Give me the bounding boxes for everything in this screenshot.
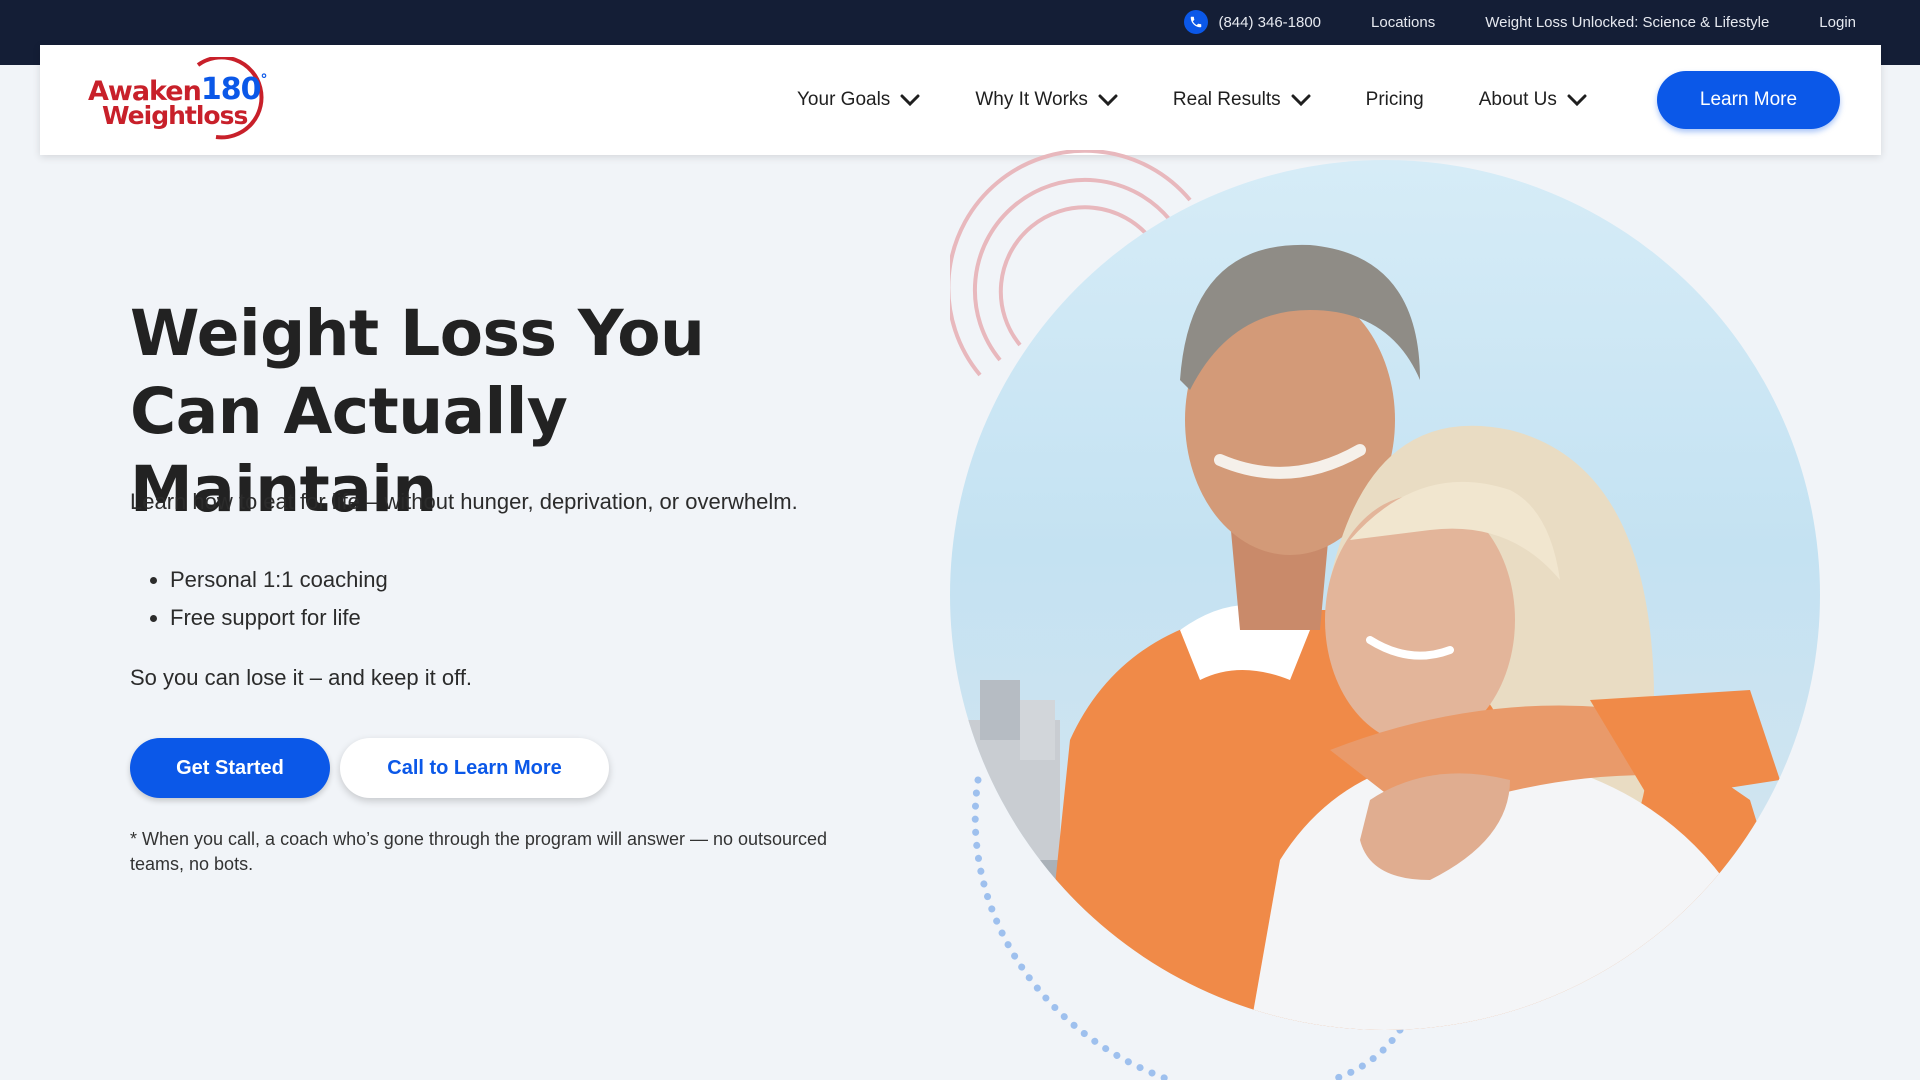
nav-item-why-it-works[interactable]: Why It Works xyxy=(975,89,1118,111)
chevron-down-icon xyxy=(1098,94,1118,106)
phone-icon xyxy=(1184,10,1209,34)
nav-item-about-us[interactable]: About Us xyxy=(1479,89,1587,111)
phone-number: (844) 346-1800 xyxy=(1218,13,1322,31)
nav-label: About Us xyxy=(1478,89,1557,110)
learn-more-button[interactable]: Learn More xyxy=(1657,71,1840,129)
phone-link[interactable]: (844) 346-1800 xyxy=(1184,10,1321,34)
nav-label: Real Results xyxy=(1172,89,1281,110)
chevron-down-icon xyxy=(1567,94,1587,106)
topbar-link-weight-loss-unlocked[interactable]: Weight Loss Unlocked: Science & Lifestyl… xyxy=(1485,14,1769,31)
hero-benefits-list: Personal 1:1 coaching Free support for l… xyxy=(130,561,388,637)
nav-item-real-results[interactable]: Real Results xyxy=(1173,89,1311,111)
couple-photo-illustration xyxy=(950,244,1820,1030)
list-item: Free support for life xyxy=(170,599,388,637)
topbar-link-login[interactable]: Login xyxy=(1819,14,1856,31)
nav-item-pricing[interactable]: Pricing xyxy=(1366,89,1424,111)
logo-degree: ° xyxy=(260,72,268,88)
logo-wordmark: Awaken 180 ° Weightloss xyxy=(88,72,268,130)
chevron-down-icon xyxy=(1291,94,1311,106)
get-started-button[interactable]: Get Started xyxy=(130,738,330,798)
main-navigation: Awaken 180 ° Weightloss Your Goals Why I… xyxy=(40,45,1881,155)
hero-description: Learn how to eat for life – without hung… xyxy=(130,489,798,514)
primary-menu: Your Goals Why It Works Real Results Pri… xyxy=(797,45,1621,155)
nav-item-your-goals[interactable]: Your Goals xyxy=(797,89,920,111)
utility-links: (844) 346-1800 Locations Weight Loss Unl… xyxy=(1184,0,1856,44)
chevron-down-icon xyxy=(900,94,920,106)
list-item: Personal 1:1 coaching xyxy=(170,561,388,599)
nav-label: Your Goals xyxy=(797,89,891,110)
nav-label: Pricing xyxy=(1365,89,1424,110)
hero-tagline: So you can lose it – and keep it off. xyxy=(130,665,473,690)
logo-weightloss: Weightloss xyxy=(102,101,248,130)
hero-photo xyxy=(950,160,1820,1030)
nav-label: Why It Works xyxy=(975,89,1088,110)
hero-footnote: * When you call, a coach who’s gone thro… xyxy=(130,829,828,874)
topbar-link-locations[interactable]: Locations xyxy=(1371,14,1435,31)
brand-logo[interactable]: Awaken 180 ° Weightloss xyxy=(88,57,273,143)
call-to-learn-more-button[interactable]: Call to Learn More xyxy=(340,738,609,798)
